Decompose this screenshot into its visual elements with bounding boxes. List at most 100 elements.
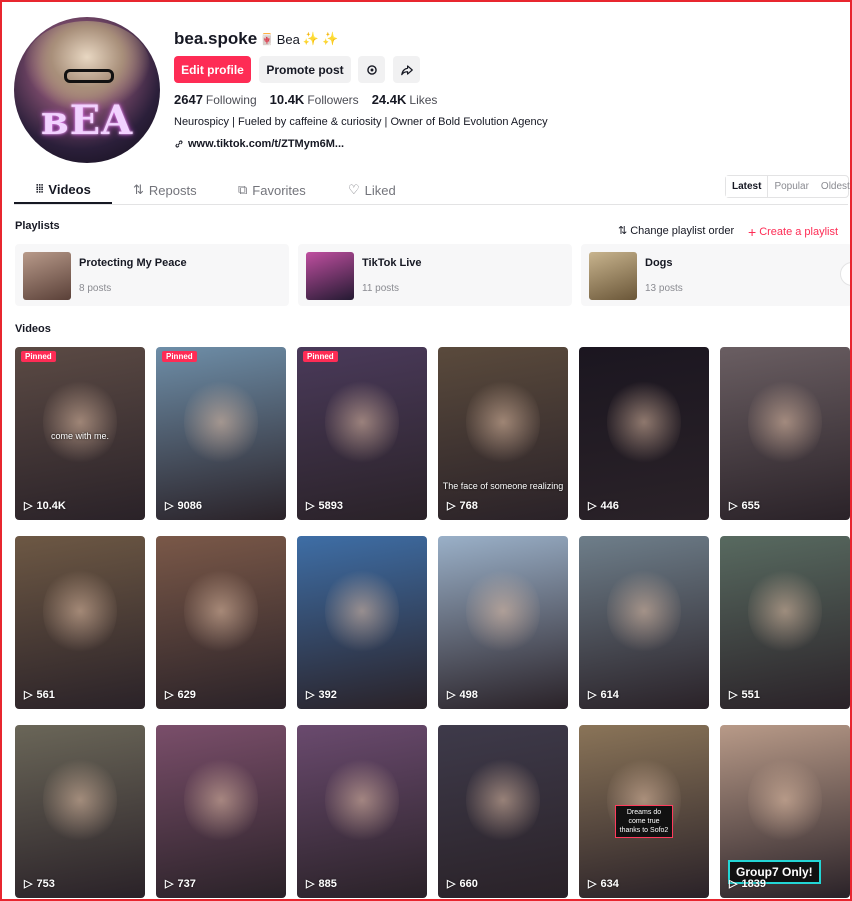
sort-latest[interactable]: Latest — [726, 176, 769, 197]
pinned-badge: Pinned — [162, 351, 197, 362]
video-card[interactable]: The face of someone realizing ▷ 768 — [438, 347, 568, 520]
play-icon: ▷ — [165, 878, 174, 890]
video-card[interactable]: Dreams do come true thanks to Sofo2 ▷ 634 — [579, 725, 709, 898]
video-thumbnail-highlight — [466, 755, 540, 845]
video-thumbnail-highlight — [466, 377, 540, 467]
sparkle-icon: ✨ — [322, 31, 339, 46]
video-card[interactable]: ▷ 737 — [156, 725, 286, 898]
stat-likes: 24.4K Likes — [372, 92, 438, 107]
view-count-value: 768 — [459, 499, 478, 512]
sort-oldest[interactable]: Oldest — [815, 176, 852, 197]
playlists-heading: Playlists — [15, 220, 60, 232]
playlist-card[interactable]: Protecting My Peace 8 posts — [15, 244, 289, 306]
video-card[interactable]: Pinned ▷ 5893 — [297, 347, 427, 520]
view-count-value: 753 — [36, 877, 55, 890]
play-icon: ▷ — [447, 500, 456, 512]
video-thumbnail-highlight — [184, 755, 258, 845]
playlist-thumbnail — [589, 252, 637, 300]
tab-label: Reposts — [148, 182, 197, 198]
video-thumbnail-highlight — [184, 566, 258, 656]
playlist-name: TikTok Live — [362, 257, 422, 269]
avatar[interactable]: ʙEA — [14, 17, 160, 163]
playlist-name: Dogs — [645, 257, 673, 269]
stat-value: 10.4K — [269, 92, 305, 107]
tab-favorites[interactable]: ⧉ Favorites — [238, 182, 306, 198]
play-icon: ▷ — [588, 878, 597, 890]
share-button[interactable] — [393, 56, 420, 83]
play-icon: ▷ — [729, 689, 738, 701]
view-count: ▷ 561 — [24, 688, 55, 702]
play-icon: ▷ — [306, 500, 315, 512]
tab-reposts[interactable]: ⇅ Reposts — [133, 182, 197, 198]
video-card[interactable]: ▷ 629 — [156, 536, 286, 709]
profile-link[interactable]: www.tiktok.com/t/ZTMym6M... — [174, 138, 344, 150]
video-card[interactable]: ▷ 660 — [438, 725, 568, 898]
playlist-card[interactable]: TikTok Live 11 posts — [298, 244, 572, 306]
video-card[interactable]: ▷ 446 — [579, 347, 709, 520]
plus-icon: + — [748, 224, 757, 240]
video-card[interactable]: ▷ 551 — [720, 536, 850, 709]
play-icon: ▷ — [24, 689, 33, 701]
video-card[interactable]: Pinned ▷ 9086 — [156, 347, 286, 520]
playlist-count: 11 posts — [362, 283, 400, 294]
bookmark-icon: ⧉ — [238, 182, 248, 197]
video-thumbnail-highlight — [325, 566, 399, 656]
edit-profile-button[interactable]: Edit profile — [174, 56, 251, 83]
change-order-label: Change playlist order — [630, 224, 735, 237]
nickname: 🀄 Bea ✨ ✨ — [260, 31, 338, 47]
video-card[interactable]: ▷ 614 — [579, 536, 709, 709]
tab-videos[interactable]: ⦙⦙⦙ Videos — [36, 182, 91, 197]
nickname-emoji: 🀄 — [260, 33, 274, 46]
view-count-value: 614 — [600, 688, 619, 701]
playlist-thumbnail — [23, 252, 71, 300]
create-playlist-button[interactable]: + Create a playlist — [748, 224, 838, 240]
video-card[interactable]: ▷ 885 — [297, 725, 427, 898]
stat-following[interactable]: 2647 Following — [174, 92, 257, 107]
tab-liked[interactable]: ♡ Liked — [348, 182, 396, 198]
playlist-count: 8 posts — [79, 283, 112, 294]
playlist-card[interactable]: Dogs 13 posts — [581, 244, 852, 306]
sort-popular[interactable]: Popular — [768, 176, 814, 197]
video-card[interactable]: Group7 Only! ▷ 1839 — [720, 725, 850, 898]
stat-followers[interactable]: 10.4K Followers — [270, 92, 359, 107]
view-count-value: 9086 — [177, 499, 202, 512]
video-card[interactable]: ▷ 655 — [720, 347, 850, 520]
video-card[interactable]: ▷ 753 — [15, 725, 145, 898]
sort-arrows-icon: ⇅ — [618, 225, 628, 237]
view-count: ▷ 1839 — [729, 877, 766, 891]
video-thumbnail-highlight — [43, 566, 117, 656]
view-count-value: 1839 — [741, 877, 766, 890]
video-card[interactable]: ▷ 392 — [297, 536, 427, 709]
view-count: ▷ 614 — [588, 688, 619, 702]
sparkle-icon: ✨ — [302, 31, 320, 46]
playlist-thumbnail — [306, 252, 354, 300]
create-playlist-label: Create a playlist — [759, 226, 839, 238]
play-icon: ▷ — [165, 689, 174, 701]
view-count-value: 634 — [600, 877, 619, 890]
view-count: ▷ 885 — [306, 877, 337, 891]
stat-value: 24.4K — [371, 92, 407, 107]
active-tab-indicator — [14, 202, 112, 204]
settings-button[interactable] — [358, 56, 385, 83]
promote-post-button[interactable]: Promote post — [259, 56, 351, 83]
pinned-badge: Pinned — [21, 351, 56, 362]
profile-tabs: ⦙⦙⦙ Videos ⇅ Reposts ⧉ Favorites ♡ Liked — [14, 174, 848, 205]
video-caption-sticker: Dreams do come true thanks to Sofo2 — [615, 805, 673, 838]
view-count: ▷ 737 — [165, 877, 196, 891]
play-icon: ▷ — [306, 878, 315, 890]
play-icon: ▷ — [24, 878, 33, 890]
video-thumbnail-highlight — [607, 566, 681, 656]
tab-label: Liked — [364, 182, 396, 198]
view-count: ▷ 634 — [588, 877, 619, 891]
video-card[interactable]: Pinned come with me. ▷ 10.4K — [15, 347, 145, 520]
video-card[interactable]: ▷ 561 — [15, 536, 145, 709]
video-card[interactable]: ▷ 498 — [438, 536, 568, 709]
change-playlist-order-button[interactable]: ⇅ Change playlist order — [618, 224, 735, 238]
view-count-value: 498 — [459, 688, 478, 701]
video-caption: come with me. — [50, 431, 110, 441]
view-count-value: 551 — [741, 688, 760, 701]
tab-label: Favorites — [252, 182, 306, 198]
play-icon: ▷ — [729, 500, 738, 512]
nickname-text: Bea — [276, 31, 300, 47]
view-count: ▷ 498 — [447, 688, 478, 702]
